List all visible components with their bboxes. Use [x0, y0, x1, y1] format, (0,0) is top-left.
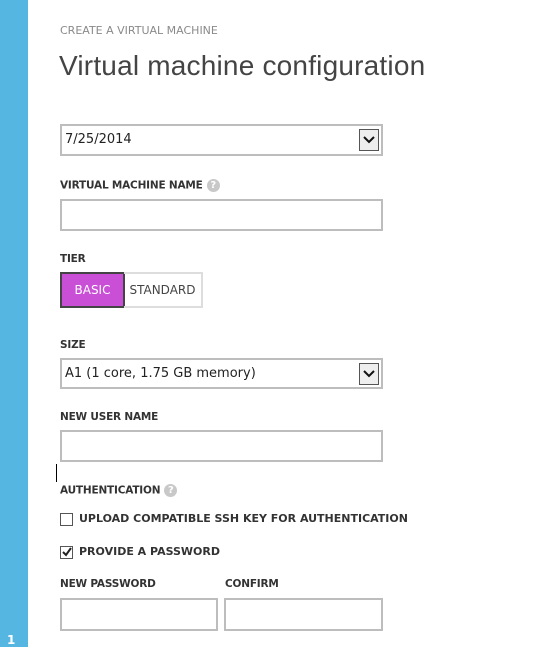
chevron-down-icon[interactable] [359, 129, 379, 151]
size-select[interactable]: A1 (1 core, 1.75 GB memory) [60, 358, 383, 389]
size-label: SIZE [60, 339, 86, 351]
password-option-label: PROVIDE A PASSWORD [79, 545, 221, 558]
step-number: 1 [7, 633, 16, 647]
wizard-subtitle: CREATE A VIRTUAL MACHINE [60, 24, 218, 37]
user-name-input[interactable] [60, 430, 383, 462]
wizard-sidebar: 1 [0, 0, 28, 647]
authentication-label-text: AUTHENTICATION [60, 484, 161, 497]
authentication-label: AUTHENTICATION? [60, 484, 178, 497]
password-checkbox[interactable] [60, 545, 73, 559]
confirm-label: CONFIRM [225, 578, 279, 590]
tier-standard-button[interactable]: STANDARD [124, 272, 203, 308]
ssh-key-checkbox[interactable] [60, 512, 73, 526]
vm-name-label-text: VIRTUAL MACHINE NAME [60, 179, 203, 192]
text-cursor [56, 464, 57, 482]
tier-basic-button[interactable]: BASIC [60, 272, 125, 308]
help-icon[interactable]: ? [164, 484, 178, 497]
ssh-key-option-label: UPLOAD COMPATIBLE SSH KEY FOR AUTHENTICA… [79, 512, 408, 525]
password-option[interactable]: PROVIDE A PASSWORD [60, 545, 220, 559]
vm-name-input[interactable] [60, 199, 383, 231]
password-label: NEW PASSWORD [60, 578, 156, 590]
help-icon[interactable]: ? [206, 179, 220, 192]
password-input[interactable] [60, 598, 218, 631]
confirm-password-input[interactable] [224, 598, 383, 631]
size-select-value: A1 (1 core, 1.75 GB memory) [65, 366, 256, 381]
vm-name-label: VIRTUAL MACHINE NAME? [60, 179, 220, 192]
chevron-down-icon[interactable] [359, 363, 379, 385]
ssh-key-option[interactable]: UPLOAD COMPATIBLE SSH KEY FOR AUTHENTICA… [60, 512, 408, 526]
user-name-label: NEW USER NAME [60, 411, 159, 423]
tier-label: TIER [60, 253, 86, 265]
version-select[interactable]: 7/25/2014 [60, 124, 383, 156]
page-title: Virtual machine configuration [59, 50, 426, 81]
version-select-value: 7/25/2014 [65, 132, 132, 147]
